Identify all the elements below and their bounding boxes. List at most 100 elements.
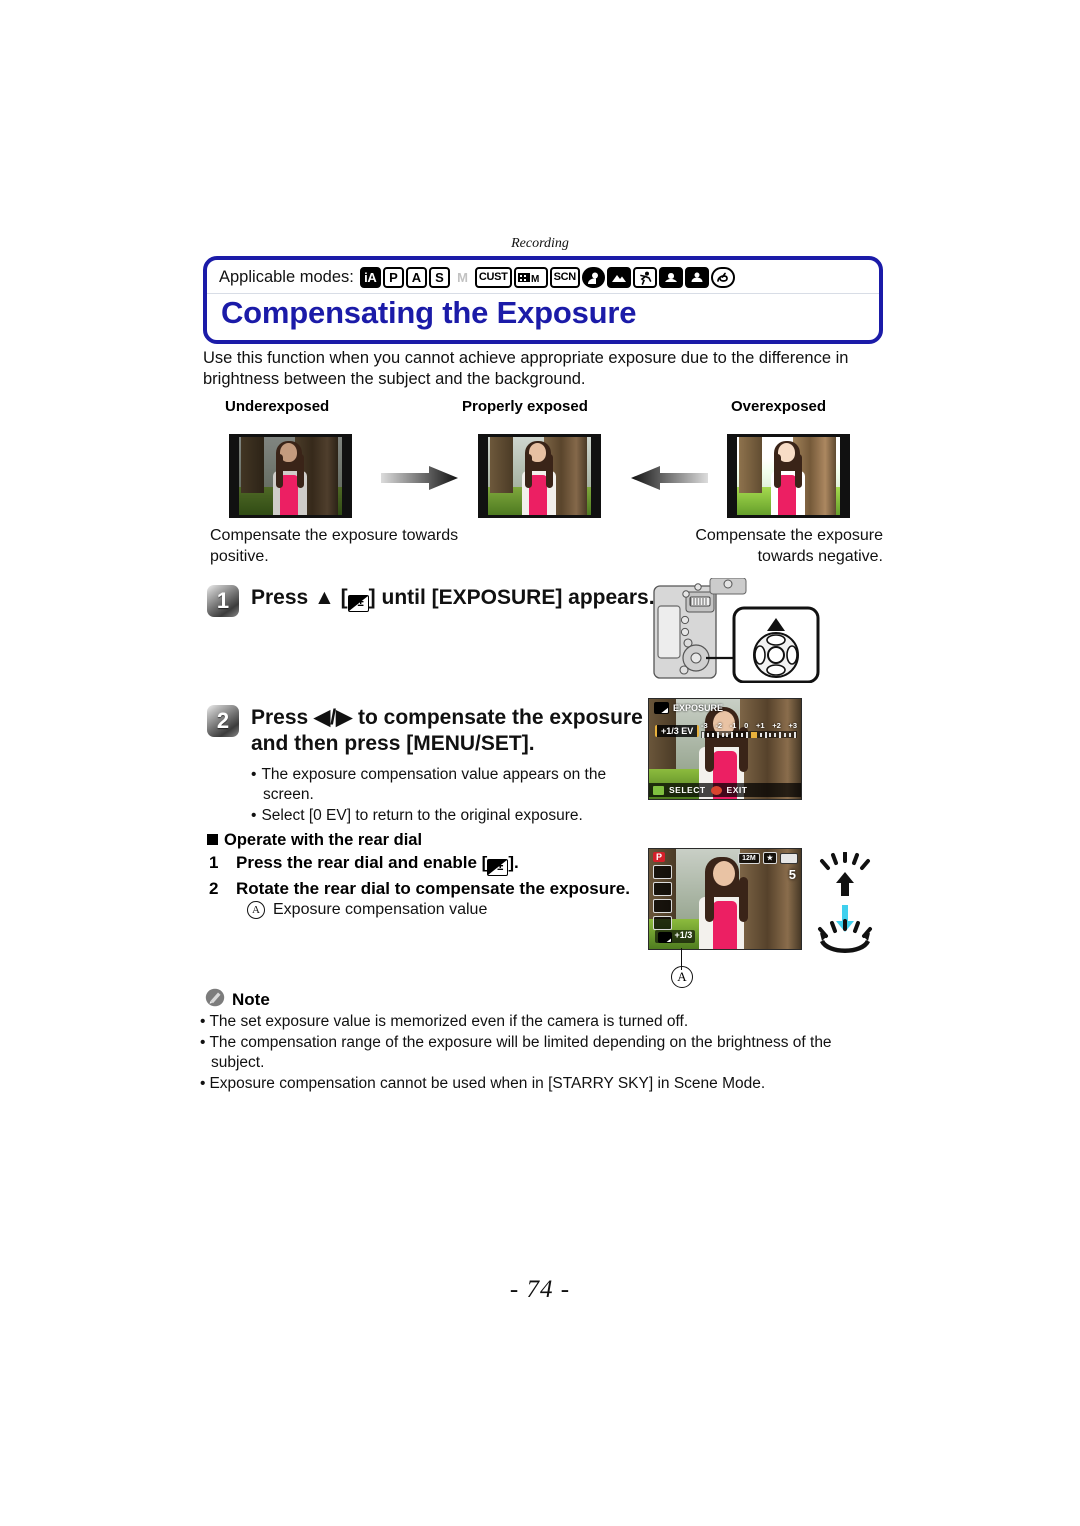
- rotate-icon: [818, 919, 872, 953]
- remaining-shots: 5: [788, 867, 796, 882]
- exposure-screen-title: EXPOSURE: [673, 703, 724, 713]
- press-icon: [820, 851, 870, 896]
- step-1-badge: 1: [207, 585, 239, 617]
- exposure-scale-bar: [701, 731, 797, 738]
- annotation-text: Exposure compensation value: [273, 901, 488, 918]
- label-underexposed: Underexposed: [225, 398, 330, 415]
- step-1: 1 Press ▲ [±] until [EXPOSURE] appears.: [207, 585, 657, 617]
- step-2-heading: Press ◀/▶ to compensate the exposure and…: [251, 706, 643, 755]
- rear-dial-step-1: 1 Press the rear dial and enable [±].: [209, 852, 519, 876]
- metering-icon: [653, 882, 672, 896]
- step-2: 2 Press ◀/▶ to compensate the exposure a…: [207, 705, 657, 827]
- exposure-compensation-icon-3: ±: [658, 932, 672, 943]
- exposure-screen-title-row: ± EXPOSURE: [654, 702, 723, 714]
- shutter-priority-icon: S: [428, 267, 450, 288]
- note-bullet-3: Exposure compensation cannot be used whe…: [200, 1074, 885, 1095]
- tick--3: -3: [701, 721, 708, 730]
- step-1-text-after: ] until [EXPOSURE] appears.: [368, 586, 655, 609]
- intelligent-auto-icon: iA: [359, 267, 381, 288]
- page-number: - 74 -: [509, 1276, 571, 1303]
- exposure-compensation-icon-2: ±: [487, 859, 509, 876]
- aperture-priority-icon: A: [405, 267, 427, 288]
- exposure-screen: ± EXPOSURE +1/3 EV -3 -2 -1 0 +1 +2 +3 S…: [648, 698, 802, 800]
- intro-paragraph: Use this function when you cannot achiev…: [203, 349, 849, 388]
- rear-dial-step-1-number: 1: [209, 853, 219, 872]
- cursor-button-icon: [653, 785, 664, 795]
- select-label: SELECT: [669, 785, 706, 795]
- quality-icon: [653, 916, 672, 930]
- exposure-screen-footer: SELECT EXIT: [649, 783, 801, 797]
- running-head: Recording: [511, 236, 569, 251]
- tick-+2: +2: [772, 721, 781, 730]
- menu-set-icon: [710, 785, 722, 795]
- annotation-marker-a-large: A: [671, 966, 693, 988]
- exposure-scale-ticks: -3 -2 -1 0 +1 +2 +3: [701, 721, 797, 730]
- exposure-ev-value: +1/3 EV: [655, 725, 700, 737]
- manual-exposure-icon: M: [451, 267, 473, 288]
- tick--1: -1: [729, 721, 737, 730]
- arrow-right-icon: [381, 465, 459, 491]
- note-bullet-1: The set exposure value is memorized even…: [200, 1012, 885, 1033]
- title-box: Applicable modes: iA P A S M CUST M SCN: [203, 256, 883, 344]
- rear-dial-step-2-text: Rotate the rear dial to compensate the e…: [236, 879, 630, 898]
- program-ae-icon: P: [382, 267, 404, 288]
- annotation-marker-a: A: [247, 901, 265, 919]
- caption-positive: Compensate the exposure towards positive…: [210, 527, 459, 565]
- quality-chip: ★: [762, 852, 777, 864]
- tick-+3: +3: [788, 721, 797, 730]
- recording-ev-text: +1/3: [674, 930, 693, 940]
- exposure-compensation-icon: ±: [347, 595, 369, 612]
- rear-dial-heading-text: Operate with the rear dial: [224, 831, 423, 849]
- rear-dial-step-2: 2 Rotate the rear dial to compensate the…: [209, 878, 630, 900]
- note-bullet-2: The compensation range of the exposure w…: [200, 1033, 885, 1074]
- page-title: Compensating the Exposure: [221, 295, 637, 330]
- battery-icon: [780, 852, 798, 864]
- picture-size-chip: 12M: [738, 852, 760, 864]
- exit-label: EXIT: [726, 785, 748, 795]
- applicable-modes-row: Applicable modes: iA P A S M CUST M SCN: [207, 260, 879, 294]
- photo-underexposed: [229, 434, 352, 518]
- sports-scene-icon: [632, 267, 657, 288]
- creative-control-icon: [710, 267, 735, 288]
- tick--2: -2: [715, 721, 723, 730]
- scenery-scene-icon: [606, 267, 631, 288]
- rear-dial-step-2-number: 2: [209, 879, 219, 898]
- tick-+1: +1: [755, 721, 765, 730]
- note-bullet-list: The set exposure value is memorized even…: [200, 1012, 885, 1094]
- rear-dial-heading: Operate with the rear dial: [207, 831, 422, 850]
- exposure-compensation-icon-small: ±: [654, 702, 669, 714]
- custom-mode-icon: CUST: [474, 267, 512, 288]
- label-overexposed: Overexposed: [731, 398, 827, 415]
- rd1-after: ].: [508, 853, 519, 872]
- recording-left-icons: [653, 865, 672, 930]
- tick-0: 0: [744, 721, 749, 730]
- note-pencil-icon: [205, 988, 225, 1012]
- exposure-scale: -3 -2 -1 0 +1 +2 +3: [701, 721, 797, 738]
- portrait-scene-icon: [581, 267, 605, 288]
- rd1-before: Press the rear dial and enable [: [236, 853, 488, 872]
- rear-dial-annotation: A Exposure compensation value: [247, 901, 487, 919]
- svg-text:M: M: [531, 274, 539, 284]
- camera-rear-illustration: [648, 577, 823, 684]
- mode-icon-list: iA P A S M CUST M SCN: [359, 267, 735, 288]
- square-bullet-icon: [207, 834, 218, 845]
- note-heading: Note: [205, 988, 270, 1012]
- scene-mode-icon: SCN: [549, 267, 580, 288]
- step-2-badge: 2: [207, 705, 239, 737]
- af-mode-icon: [653, 899, 672, 913]
- recording-mode-badge: P: [653, 852, 666, 862]
- label-properly-exposed: Properly exposed: [462, 398, 588, 415]
- step-2-bullet-1: The exposure compensation value appears …: [251, 765, 657, 805]
- creative-motion-picture-icon: M: [513, 267, 548, 288]
- step-2-bullet-2: Select [0 EV] to return to the original …: [251, 806, 657, 826]
- rear-dial-step-1-text: Press the rear dial and enable [±].: [236, 852, 519, 876]
- caption-negative: Compensate the exposure towards negative…: [695, 527, 883, 565]
- close-up-scene-icon: [658, 267, 683, 288]
- photo-overexposed: [727, 434, 850, 518]
- step-2-bullets: The exposure compensation value appears …: [251, 765, 657, 826]
- step-1-heading: Press ▲ [±] until [EXPOSURE] appears.: [251, 585, 655, 617]
- note-heading-text: Note: [232, 990, 270, 1009]
- photo-properly-exposed: [478, 434, 601, 518]
- recording-status-icons: 12M ★: [738, 852, 798, 864]
- comparison-labels: Underexposed Properly exposed Overexpose…: [203, 398, 883, 418]
